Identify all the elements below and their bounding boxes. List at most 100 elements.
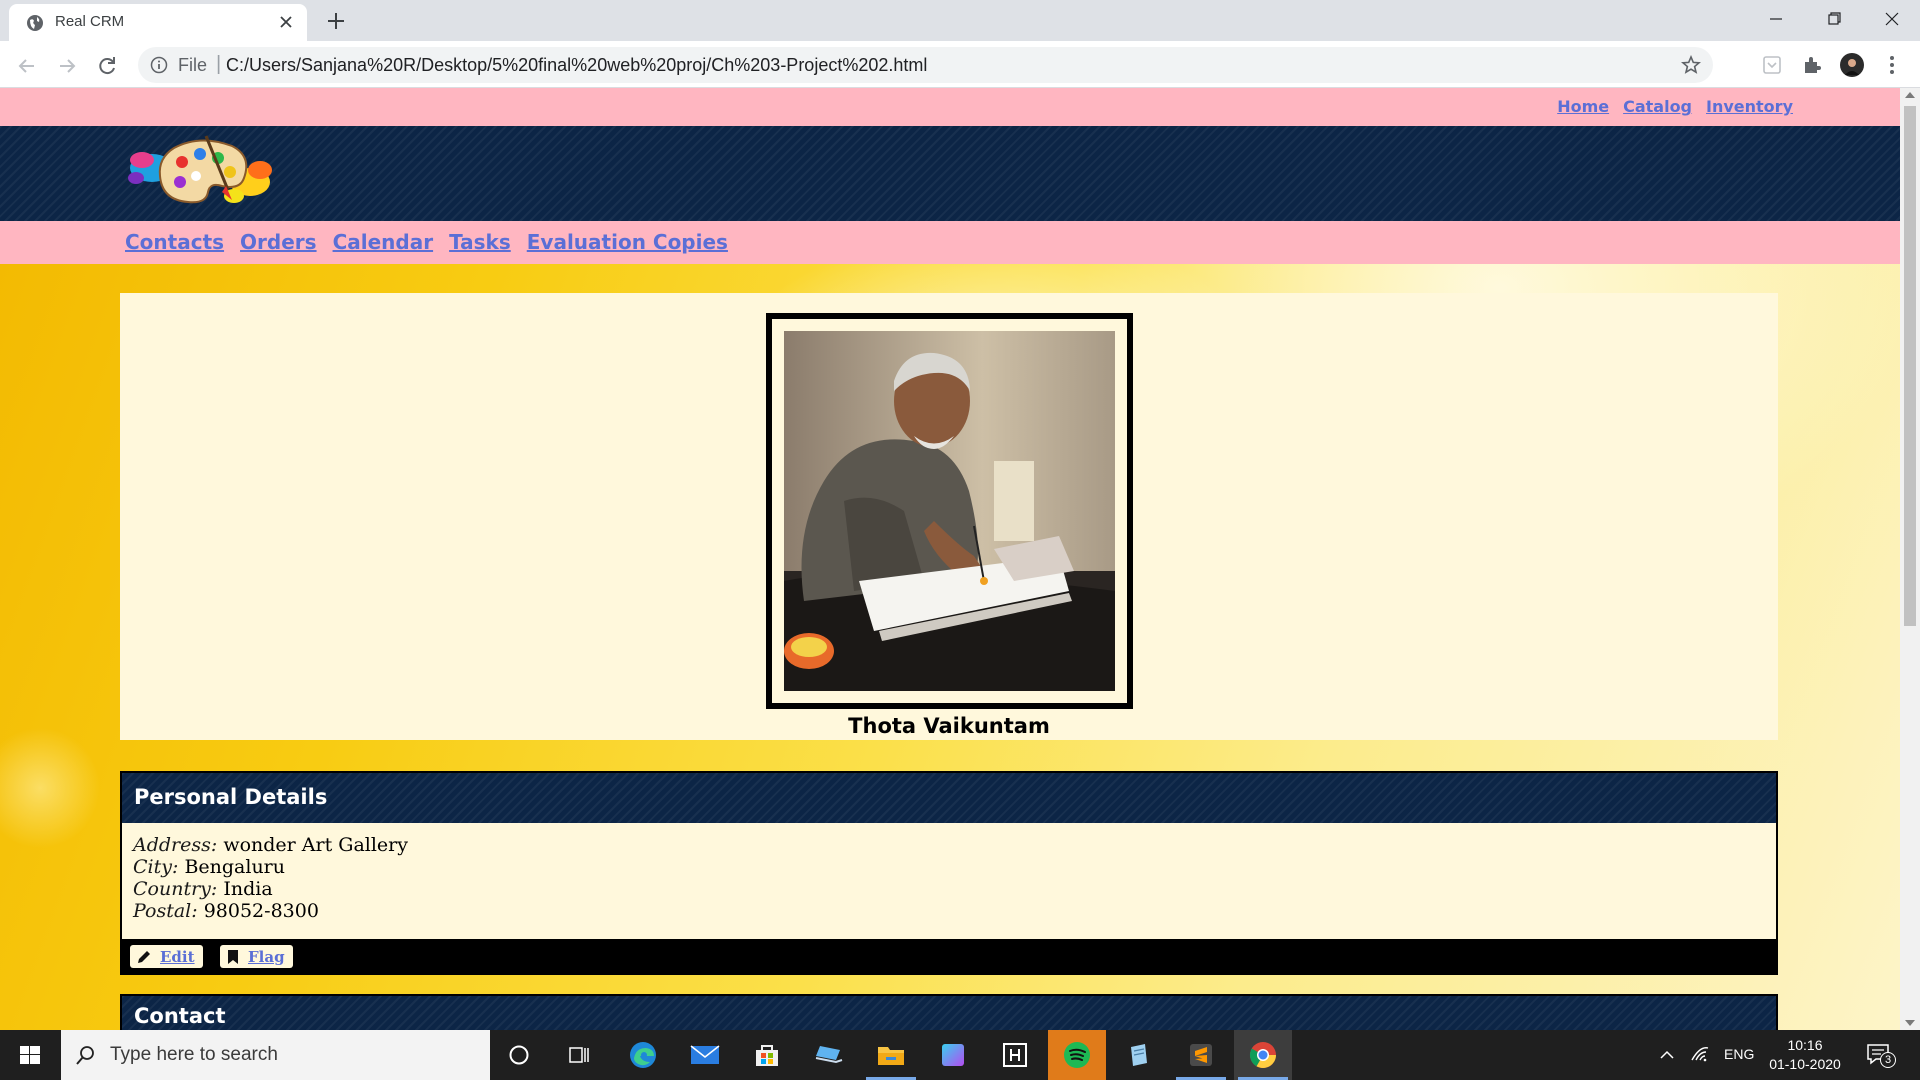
nav-evaluation-copies[interactable]: Evaluation Copies [527, 230, 728, 254]
cortana-button[interactable] [490, 1030, 548, 1080]
nav-links: Contacts Orders Calendar Tasks Evaluatio… [125, 230, 728, 254]
close-tab-icon[interactable] [277, 13, 295, 31]
terminal-icon [1003, 1043, 1027, 1067]
edit-button[interactable]: Edit [130, 945, 203, 968]
scrollbar-thumb[interactable] [1904, 106, 1916, 626]
notification-count: 3 [1880, 1052, 1896, 1068]
home-link[interactable]: Home [1557, 97, 1609, 116]
browser-tab[interactable]: Real CRM [9, 4, 307, 41]
back-icon[interactable] [14, 53, 40, 79]
task-view-button[interactable] [550, 1030, 608, 1080]
main-nav: Contacts Orders Calendar Tasks Evaluatio… [0, 221, 1900, 264]
store-app[interactable] [738, 1030, 796, 1080]
notepad-app[interactable] [1110, 1030, 1168, 1080]
url-text[interactable]: C:/Users/Sanjana%20R/Desktop/5%20final%2… [226, 55, 927, 76]
chevron-up-icon[interactable] [1658, 1046, 1676, 1064]
reload-icon[interactable] [94, 53, 120, 79]
field-value: Bengaluru [184, 856, 286, 878]
cortana-circle-icon [509, 1045, 529, 1065]
section-title: Personal Details [134, 785, 328, 809]
nav-tasks[interactable]: Tasks [449, 230, 511, 254]
flag-button[interactable]: Flag [220, 945, 293, 968]
notification-center[interactable]: 3 [1866, 1042, 1896, 1068]
profile-photo [784, 331, 1115, 691]
app-square-icon [942, 1044, 964, 1066]
sublime-icon [1190, 1044, 1212, 1066]
laptop-icon [815, 1046, 843, 1064]
terminal-app[interactable] [986, 1030, 1044, 1080]
menu-kebab-icon[interactable] [1880, 53, 1904, 77]
inventory-link[interactable]: Inventory [1706, 97, 1793, 116]
nav-orders[interactable]: Orders [240, 230, 317, 254]
windows-taskbar: Type here to search ENG 10:16 01-10-2020… [0, 1030, 1920, 1080]
square-app[interactable] [924, 1030, 982, 1080]
flag-label: Flag [248, 947, 285, 966]
profile-avatar[interactable] [1840, 53, 1864, 77]
file-explorer-app[interactable] [862, 1030, 920, 1080]
file-explorer-icon [878, 1047, 904, 1065]
field-label: Country: [133, 878, 218, 900]
sublime-app[interactable] [1172, 1030, 1230, 1080]
scroll-up-icon[interactable] [1905, 92, 1915, 98]
chrome-icon [1249, 1042, 1277, 1069]
laptop-app[interactable] [800, 1030, 858, 1080]
spotify-icon [1064, 1042, 1090, 1068]
bookmark-star-icon[interactable] [1681, 55, 1701, 75]
edit-label: Edit [160, 947, 195, 966]
tab-strip: Real CRM [0, 0, 1920, 41]
taskbar-clock[interactable]: 10:16 01-10-2020 [1760, 1036, 1850, 1074]
edge-icon [630, 1042, 656, 1068]
address-bar[interactable]: File | C:/Users/Sanjana%20R/Desktop/5%20… [138, 47, 1713, 83]
paint-palette-logo[interactable] [122, 130, 276, 210]
bookmark-flag-icon [228, 949, 238, 964]
tab-title: Real CRM [55, 13, 125, 30]
clock-time: 10:16 [1787, 1037, 1823, 1053]
city-row: City: Bengaluru [133, 856, 1765, 878]
scroll-down-icon[interactable] [1905, 1020, 1915, 1026]
restore-icon[interactable] [1814, 6, 1854, 34]
url-scheme: File [178, 55, 208, 75]
nav-contacts[interactable]: Contacts [125, 230, 224, 254]
pencil-icon [138, 950, 150, 963]
section-actions: Edit Flag [122, 939, 1776, 973]
edge-app[interactable] [614, 1030, 672, 1080]
url-separator: | [216, 53, 222, 75]
mail-app[interactable] [676, 1030, 734, 1080]
field-value: 98052-8300 [203, 900, 319, 922]
info-icon[interactable] [150, 56, 168, 74]
section-title: Contact [134, 1004, 226, 1028]
personal-details-body: Address: wonder Art Gallery City: Bengal… [122, 823, 1776, 939]
wifi-icon[interactable] [1690, 1044, 1710, 1064]
close-window-icon[interactable] [1872, 6, 1912, 34]
field-label: Address: [133, 834, 218, 856]
field-value: wonder Art Gallery [223, 834, 408, 856]
forward-icon[interactable] [54, 53, 80, 79]
extensions-puzzle-icon[interactable] [1800, 53, 1824, 77]
new-tab-icon[interactable] [325, 10, 347, 32]
language-indicator[interactable]: ENG [1724, 1046, 1754, 1062]
clock-date: 01-10-2020 [1769, 1056, 1841, 1072]
site-header [0, 126, 1900, 221]
profile-card: Thota Vaikuntam [120, 293, 1778, 740]
catalog-link[interactable]: Catalog [1623, 97, 1692, 116]
country-row: Country: India [133, 878, 1765, 900]
taskbar-search[interactable]: Type here to search [61, 1030, 490, 1080]
top-utility-bar: Home Catalog Inventory [0, 88, 1900, 126]
chrome-app[interactable] [1234, 1030, 1292, 1080]
search-placeholder: Type here to search [110, 1044, 278, 1065]
field-label: City: [133, 856, 179, 878]
notepad-icon [1131, 1044, 1147, 1066]
profile-photo-frame [766, 313, 1133, 709]
extension-box-icon[interactable] [1760, 53, 1784, 77]
contact-section: Contact [120, 994, 1778, 1030]
start-button[interactable] [0, 1030, 60, 1080]
spotify-app[interactable] [1048, 1030, 1106, 1080]
windows-logo-icon [20, 1046, 40, 1064]
mail-icon [690, 1045, 720, 1064]
address-row: Address: wonder Art Gallery [133, 834, 1765, 856]
vertical-scrollbar[interactable] [1900, 88, 1920, 1030]
globe-icon [27, 15, 43, 31]
minimize-icon[interactable] [1756, 6, 1796, 34]
section-header: Personal Details [122, 773, 1776, 823]
nav-calendar[interactable]: Calendar [333, 230, 434, 254]
